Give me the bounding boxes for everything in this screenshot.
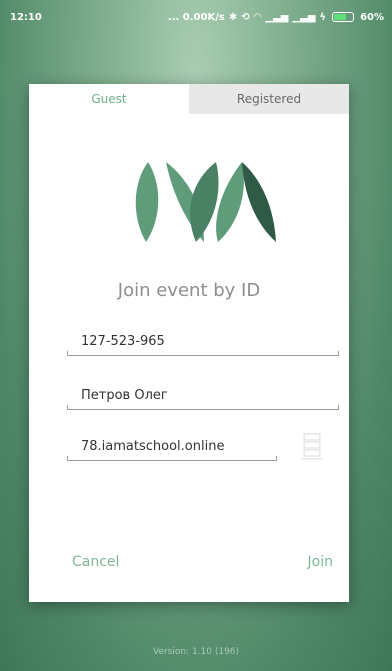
signal-icon: ▁▃▅ (265, 11, 289, 23)
field-underline (67, 405, 339, 410)
field-underline (67, 456, 277, 461)
tab-guest[interactable]: Guest (29, 84, 189, 114)
event-id-input[interactable] (67, 330, 339, 353)
wifi-icon: ◠ (253, 11, 262, 23)
network-speed: ... 0.00K/s (167, 11, 225, 23)
tab-bar: Guest Registered (29, 84, 349, 114)
signal-icon: ▁▃▅ (292, 11, 316, 23)
page-title: Join event by ID (117, 280, 261, 301)
battery-level: 60% (360, 11, 384, 23)
server-field[interactable] (67, 435, 277, 461)
bluetooth-icon: ✱ (228, 11, 238, 23)
tab-registered[interactable]: Registered (189, 84, 349, 114)
cancel-button[interactable]: Cancel (72, 554, 119, 570)
name-input[interactable] (67, 384, 339, 407)
status-bar: 12:10 ... 0.00K/s ✱ ⟲ ◠ ▁▃▅ ▁▃▅ ϟ 60% (0, 0, 392, 34)
sync-icon: ⟲ (241, 11, 250, 23)
join-dialog: Guest Registered Join event by ID Cancel… (29, 84, 349, 602)
status-time: 12:10 (10, 11, 42, 23)
version-label: Version: 1.10 (196) (152, 647, 240, 657)
battery-icon (332, 12, 355, 22)
name-field[interactable] (67, 384, 339, 410)
status-indicators: ... 0.00K/s ✱ ⟲ ◠ ▁▃▅ ▁▃▅ ϟ 60% (168, 12, 384, 23)
event-id-field[interactable] (67, 330, 339, 356)
server-input[interactable] (67, 435, 277, 458)
field-underline (67, 351, 339, 356)
server-icon[interactable] (301, 433, 323, 461)
charging-icon: ϟ (319, 11, 327, 23)
iva-logo-icon (135, 162, 276, 242)
join-button[interactable]: Join (308, 554, 333, 570)
